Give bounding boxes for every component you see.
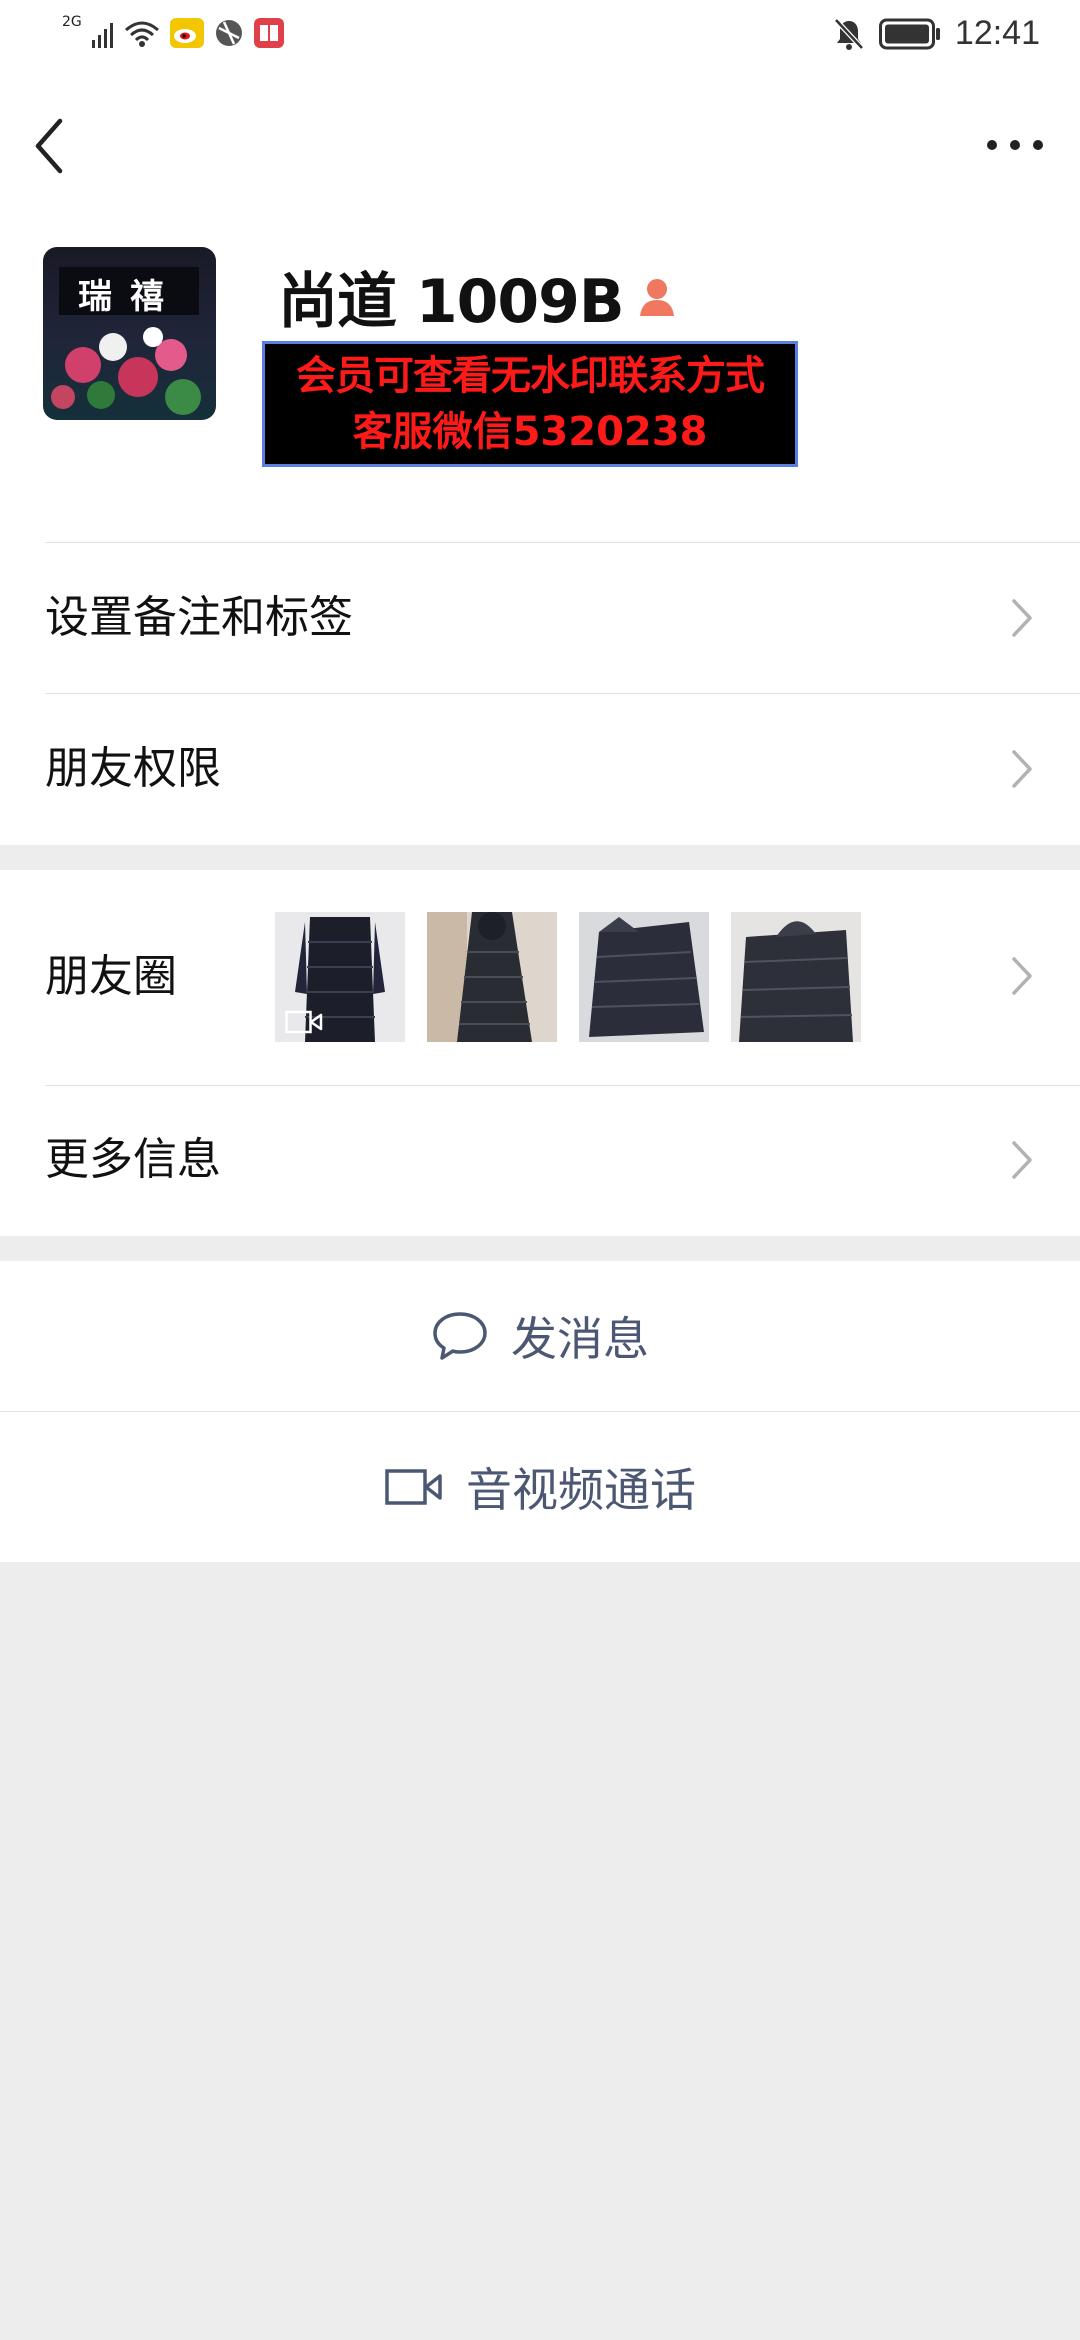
send-message-button[interactable]: 发消息 — [0, 1261, 1080, 1411]
mute-bell-icon — [834, 17, 864, 50]
moments-label: 朋友圈 — [45, 951, 177, 1002]
chevron-right-icon — [1012, 599, 1032, 637]
status-left-icons: 2G — [62, 14, 284, 48]
chevron-right-icon — [1012, 750, 1032, 788]
battery-icon — [878, 18, 940, 49]
wifi-icon — [124, 21, 159, 47]
actions-section: 发消息 音视频通话 — [0, 1261, 1080, 1562]
moments-cell[interactable]: 朋友圈 — [0, 870, 1080, 1083]
chevron-right-icon — [1012, 957, 1032, 995]
watermark-notice-banner: 会员可查看无水印联系方式 客服微信5320238 — [262, 341, 798, 467]
friend-permissions-label: 朋友权限 — [45, 743, 221, 794]
more-options-button[interactable] — [980, 125, 1050, 165]
remark-and-tags-cell[interactable]: 设置备注和标签 — [0, 543, 1080, 693]
friend-permissions-cell[interactable]: 朋友权限 — [0, 694, 1080, 844]
name-row: 尚道 1009B — [278, 253, 680, 340]
contact-profile-page: 2G 12:41 瑞禧 尚道 1009B 会员可查看无水印联系方式 客服微信53… — [0, 0, 1080, 2340]
profile-header: 瑞禧 尚道 1009B 会员可查看无水印联系方式 客服微信5320238 — [0, 205, 1080, 543]
status-time: 12:41 — [954, 14, 1040, 52]
notice-line-1: 会员可查看无水印联系方式 — [296, 353, 765, 399]
avatar-sign-text: 瑞禧 — [78, 277, 182, 317]
status-right-icons: 12:41 — [833, 14, 1040, 53]
chevron-left-icon — [35, 118, 63, 174]
network-type-label: 2G — [62, 14, 82, 30]
send-message-label: 发消息 — [511, 1312, 649, 1366]
avatar[interactable]: 瑞禧 — [43, 247, 216, 420]
female-icon — [639, 278, 674, 316]
moments-thumbnail — [275, 912, 405, 1042]
more-dots-icon — [987, 140, 1043, 150]
coat-photo-3 — [579, 912, 709, 1042]
video-call-label: 音视频通话 — [466, 1463, 696, 1517]
more-info-cell[interactable]: 更多信息 — [0, 1085, 1080, 1235]
coat-photo-4 — [731, 912, 861, 1042]
moments-thumbnail — [427, 912, 557, 1042]
reader-app-icon — [253, 18, 284, 48]
moments-section: 朋友圈 更多信息 — [0, 870, 1080, 1236]
nav-bar — [0, 75, 1080, 205]
moments-thumbnail — [579, 912, 709, 1042]
moments-thumbnail — [731, 912, 861, 1042]
moments-thumbnails — [275, 912, 861, 1042]
video-icon — [285, 1010, 323, 1034]
weibo-icon — [169, 18, 204, 48]
settings-section: 设置备注和标签 朋友权限 — [0, 543, 1080, 845]
more-info-label: 更多信息 — [45, 1134, 221, 1185]
status-bar: 2G 12:41 — [0, 0, 1080, 75]
video-camera-icon — [385, 1469, 442, 1505]
contact-name: 尚道 1009B — [278, 267, 625, 337]
video-call-button[interactable]: 音视频通话 — [0, 1412, 1080, 1562]
coat-photo-2 — [427, 912, 557, 1042]
browser-icon — [215, 20, 242, 46]
chat-bubble-icon — [433, 1312, 487, 1360]
remark-and-tags-label: 设置备注和标签 — [45, 592, 353, 643]
back-button[interactable] — [30, 111, 80, 181]
notice-line-2: 客服微信5320238 — [352, 409, 708, 455]
signal-icon — [91, 23, 113, 48]
chevron-right-icon — [1012, 1141, 1032, 1179]
